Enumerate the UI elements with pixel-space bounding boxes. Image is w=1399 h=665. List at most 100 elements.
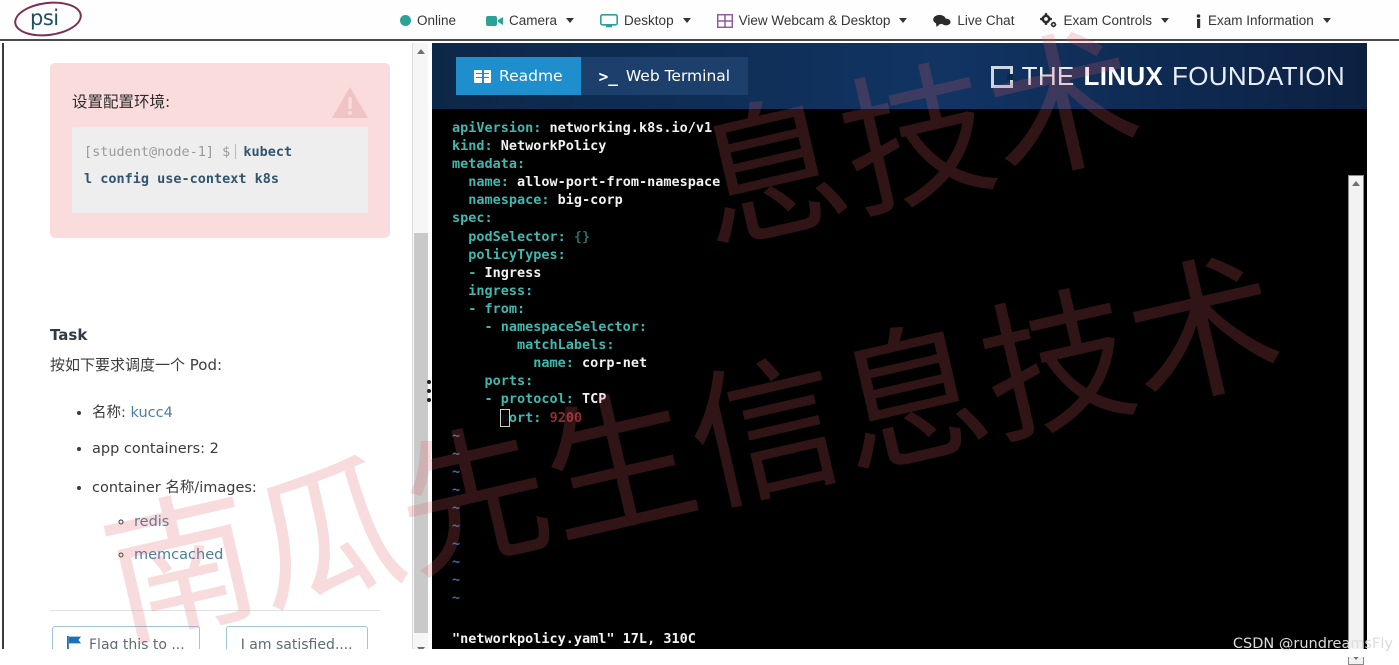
vim-empty-line-marker: ~ (452, 589, 720, 607)
bottom-edge-strip (0, 649, 1399, 657)
terminal-tabs: Readme >_ Web Terminal (456, 57, 748, 95)
brand-pre: THE (1022, 61, 1075, 92)
vim-line: apiVersion: networking.k8s.io/v1 (452, 119, 720, 137)
vim-line: - Ingress (452, 264, 720, 282)
terminal-scrollbar[interactable] (1348, 175, 1364, 665)
container-image-sublist: redis memcached (92, 514, 257, 563)
vim-line: name: corp-net (452, 354, 720, 372)
scroll-up-arrow-icon[interactable] (1349, 176, 1363, 190)
vim-token: networking.k8s.io/v1 (541, 120, 712, 136)
vim-empty-line-marker: ~ (452, 517, 720, 535)
nav-item-exam-information[interactable]: Exam Information (1195, 13, 1331, 28)
vim-line: metadata: (452, 155, 720, 173)
nav-item-view-webcam-desktop[interactable]: View Webcam & Desktop (717, 13, 908, 28)
vim-token: - from: (452, 301, 525, 317)
monitor-icon (600, 14, 618, 28)
task-heading: Task (50, 326, 87, 344)
scroll-up-arrow-icon[interactable] (413, 43, 429, 59)
nav-item-online: Online (400, 13, 456, 28)
task-intro-text: 按如下要求调度一个 Pod: (50, 354, 222, 375)
tab-readme[interactable]: Readme (456, 57, 581, 95)
chevron-down-icon (566, 18, 574, 23)
vim-token: TCP (574, 391, 607, 407)
vim-token: kind: (452, 138, 493, 154)
vim-token: ort: (509, 410, 542, 426)
nav-item-desktop[interactable]: Desktop (600, 13, 691, 28)
vim-line: kind: NetworkPolicy (452, 137, 720, 155)
vim-empty-line-marker: ~ (452, 463, 720, 481)
vim-empty-line-marker: ~ (452, 427, 720, 445)
vim-token: - (452, 265, 485, 281)
vim-line: name: allow-port-from-namespace (452, 173, 720, 191)
vim-line: namespace: big-corp (452, 191, 720, 209)
vim-token: NetworkPolicy (493, 138, 607, 154)
nav-item-live-chat[interactable]: Live Chat (933, 13, 1014, 28)
chevron-down-icon (1161, 18, 1169, 23)
vim-token: corp-net (574, 355, 647, 371)
task-requirements-list: 名称: kucc4 app containers: 2 container 名称… (76, 401, 257, 582)
bullet-label-0: 名称: (92, 405, 131, 421)
terminal-header: Readme >_ Web Terminal THE LINUX FOUNDAT… (432, 43, 1367, 109)
vim-token: metadata: (452, 156, 525, 172)
footer-divider (50, 610, 380, 611)
vim-token: apiVersion: (452, 120, 541, 136)
nav-item-exam-controls[interactable]: Exam Controls (1040, 13, 1169, 28)
tab-web-terminal[interactable]: >_ Web Terminal (581, 57, 749, 95)
vim-token: ports: (452, 373, 533, 389)
vim-token: big-corp (550, 192, 623, 208)
left-panel-scrollbar[interactable] (412, 43, 428, 657)
tab-readme-label: Readme (499, 67, 563, 85)
nav-label-camera: Camera (509, 13, 557, 28)
vim-status-file: "networkpolicy.yaml" 17L, 310C (452, 631, 696, 647)
exam-terminal-panel: Readme >_ Web Terminal THE LINUX FOUNDAT… (432, 43, 1367, 657)
prompt-icon: >_ (599, 67, 618, 86)
vim-empty-line-marker: ~ (452, 445, 720, 463)
status-dot-icon (400, 15, 411, 26)
warning-triangle-icon (330, 85, 370, 121)
list-item: memcached (134, 547, 257, 563)
vim-token: - namespaceSelector: (452, 319, 647, 335)
header-nav: Online Camera Desktop View Webcam & Desk… (400, 0, 1357, 41)
vim-empty-line-marker: ~ (452, 553, 720, 571)
vim-editor-viewport[interactable]: apiVersion: networking.k8s.io/v1kind: Ne… (432, 109, 1367, 657)
vim-token (452, 410, 501, 426)
square-bracket-logo-icon (991, 66, 1013, 88)
info-icon (1195, 14, 1202, 28)
vim-empty-line-marker: ~ (452, 535, 720, 553)
vim-token: policyTypes: (452, 247, 566, 263)
sub-bullet-memcached: memcached (134, 547, 223, 563)
vim-token: spec: (452, 210, 493, 226)
vim-empty-line-marker: ~ (452, 481, 720, 499)
vim-line: ports: (452, 372, 720, 390)
psi-logo[interactable]: psi (14, 0, 86, 40)
list-item: app containers: 2 (92, 441, 257, 457)
vim-token: 9200 (541, 410, 582, 426)
vim-line: ingress: (452, 282, 720, 300)
vim-empty-line-marker: ~ (452, 499, 720, 517)
task-instructions-panel: 设置配置环境: [student@node-1] $kubect l confi… (2, 43, 406, 657)
nav-label-view-webcam-desktop: View Webcam & Desktop (739, 13, 891, 28)
vim-token: ingress: (452, 283, 533, 299)
vim-yaml-content: apiVersion: networking.k8s.io/v1kind: Ne… (452, 119, 720, 608)
nav-label-exam-controls: Exam Controls (1063, 13, 1152, 28)
vim-line: spec: (452, 209, 720, 227)
list-item: 名称: kucc4 (92, 401, 257, 422)
psi-logo-text: psi (30, 6, 59, 30)
list-item: container 名称/images: redis memcached (92, 476, 257, 563)
scrollbar-thumb[interactable] (414, 233, 428, 633)
vim-token: Ingress (485, 265, 542, 281)
alert-title: 设置配置环境: (72, 90, 170, 112)
vim-line: - namespaceSelector: (452, 318, 720, 336)
command-part-2: l config use-context k8s (84, 171, 279, 187)
nav-item-camera[interactable]: Camera (486, 13, 574, 28)
chevron-down-icon (683, 18, 691, 23)
gear-icon (1040, 13, 1057, 28)
main-content: 设置配置环境: [student@node-1] $kubect l confi… (0, 43, 1399, 657)
vim-line: - from: (452, 300, 720, 318)
command-part-1: kubect (243, 144, 292, 160)
grid-window-icon (717, 14, 733, 28)
list-item: redis (134, 514, 257, 530)
nav-label-desktop: Desktop (624, 13, 674, 28)
vim-token: podSelector: (452, 229, 566, 245)
vim-line: port: 9200 (452, 409, 720, 427)
